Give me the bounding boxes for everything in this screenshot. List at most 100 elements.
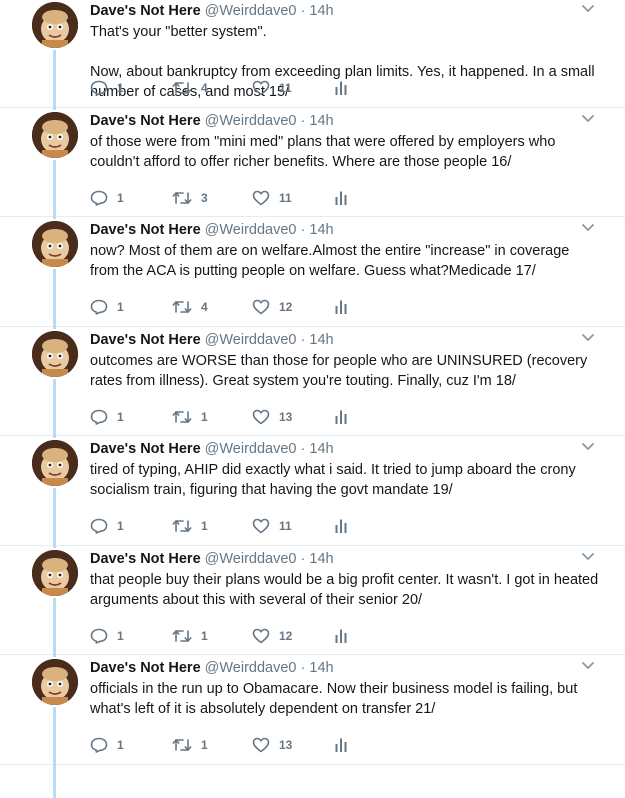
tweet[interactable]: Dave's Not Here @Weirddave0 · 14h that pe… xyxy=(0,546,625,655)
like-count: 11 xyxy=(279,519,292,533)
user-handle[interactable]: @Weirddave0 xyxy=(205,113,297,129)
like-button[interactable]: 13 xyxy=(252,735,292,755)
thread-connector xyxy=(53,159,56,219)
retweet-count: 1 xyxy=(201,738,208,752)
chevron-down-icon[interactable] xyxy=(581,442,595,452)
analytics-button[interactable] xyxy=(334,407,348,427)
like-button[interactable]: 11 xyxy=(252,78,292,98)
thread-connector xyxy=(53,50,56,110)
user-handle[interactable]: @Weirddave0 xyxy=(205,551,297,567)
tweet-text: that people buy their plans would be a b… xyxy=(90,571,599,608)
reply-count: 1 xyxy=(117,190,124,205)
heart-icon xyxy=(252,80,270,96)
retweet-button[interactable]: 1 xyxy=(172,407,208,427)
retweet-count: 4 xyxy=(201,81,208,95)
reply-count: 1 xyxy=(117,628,124,643)
chevron-down-icon[interactable] xyxy=(581,333,595,343)
user-handle[interactable]: @Weirddave0 xyxy=(205,3,297,19)
reply-button[interactable]: 1 xyxy=(90,188,124,208)
display-name[interactable]: Dave's Not Here xyxy=(90,441,201,457)
tweet[interactable]: Dave's Not Here @Weirddave0 · 14h That's … xyxy=(0,0,625,108)
timestamp[interactable]: 14h xyxy=(309,441,333,457)
display-name[interactable]: Dave's Not Here xyxy=(90,113,201,129)
retweet-button[interactable]: 1 xyxy=(172,735,208,755)
tweet-text: now? Most of them are on welfare.Almost … xyxy=(90,243,570,279)
analytics-button[interactable] xyxy=(334,188,348,208)
timestamp[interactable]: 14h xyxy=(309,3,333,19)
tweet[interactable]: Dave's Not Here @Weirddave0 · 14h officia… xyxy=(0,655,625,765)
avatar[interactable] xyxy=(32,221,78,267)
reply-icon xyxy=(90,737,108,753)
timestamp[interactable]: 14h xyxy=(309,222,333,238)
separator-dot: · xyxy=(300,3,306,19)
reply-icon xyxy=(90,409,108,425)
like-button[interactable]: 12 xyxy=(252,297,292,317)
user-handle[interactable]: @Weirddave0 xyxy=(205,332,297,348)
user-handle[interactable]: @Weirddave0 xyxy=(205,660,297,676)
tweet-text: of those were from "mini med" plans that… xyxy=(90,133,556,170)
timestamp[interactable]: 14h xyxy=(309,332,333,348)
avatar[interactable] xyxy=(32,659,78,705)
retweet-button[interactable]: 1 xyxy=(172,516,208,536)
tweet-header: Dave's Not Here @Weirddave0 · 14h xyxy=(90,440,334,458)
retweet-count: 4 xyxy=(201,300,208,314)
reply-icon xyxy=(90,80,108,96)
retweet-count: 3 xyxy=(201,190,208,205)
analytics-button[interactable] xyxy=(334,626,348,646)
tweet[interactable]: Dave's Not Here @Weirddave0 · 14h now? Mo… xyxy=(0,217,625,327)
user-handle[interactable]: @Weirddave0 xyxy=(205,441,297,457)
thread-connector xyxy=(53,378,56,438)
like-button[interactable]: 12 xyxy=(252,626,292,646)
display-name[interactable]: Dave's Not Here xyxy=(90,3,201,19)
display-name[interactable]: Dave's Not Here xyxy=(90,332,201,348)
avatar[interactable] xyxy=(32,111,78,158)
avatar[interactable] xyxy=(32,440,78,486)
chevron-down-icon[interactable] xyxy=(581,661,595,671)
analytics-button[interactable] xyxy=(334,78,348,98)
retweet-count: 1 xyxy=(201,409,208,424)
retweet-button[interactable]: 4 xyxy=(172,78,208,98)
reply-button[interactable]: 1 xyxy=(90,626,124,646)
thread-connector xyxy=(53,597,56,657)
tweet-actions: 1 1 12 xyxy=(90,626,370,646)
analytics-button[interactable] xyxy=(334,297,348,317)
retweet-button[interactable]: 1 xyxy=(172,626,208,646)
retweet-icon xyxy=(172,739,192,751)
heart-icon xyxy=(252,190,270,205)
reply-button[interactable]: 1 xyxy=(90,297,124,317)
reply-button[interactable]: 1 xyxy=(90,78,124,98)
chevron-down-icon[interactable] xyxy=(581,552,595,562)
separator-dot: · xyxy=(300,441,306,457)
chevron-down-icon[interactable] xyxy=(581,4,595,14)
avatar[interactable] xyxy=(32,2,78,48)
reply-button[interactable]: 1 xyxy=(90,735,124,755)
retweet-button[interactable]: 3 xyxy=(172,188,208,208)
like-button[interactable]: 13 xyxy=(252,407,292,427)
like-button[interactable]: 11 xyxy=(252,516,292,536)
like-button[interactable]: 11 xyxy=(252,188,292,208)
avatar[interactable] xyxy=(32,330,78,377)
reply-button[interactable]: 1 xyxy=(90,407,124,427)
timestamp[interactable]: 14h xyxy=(309,113,333,129)
tweet-header: Dave's Not Here @Weirddave0 · 14h xyxy=(90,659,334,677)
timestamp[interactable]: 14h xyxy=(309,660,333,676)
display-name[interactable]: Dave's Not Here xyxy=(90,660,201,676)
chevron-down-icon[interactable] xyxy=(581,223,595,233)
reply-button[interactable]: 1 xyxy=(90,516,124,536)
chevron-down-icon[interactable] xyxy=(581,114,595,124)
retweet-icon xyxy=(172,629,192,642)
tweet-actions: 1 4 11 xyxy=(90,78,370,98)
analytics-button[interactable] xyxy=(334,516,348,536)
timestamp[interactable]: 14h xyxy=(309,551,333,567)
retweet-button[interactable]: 4 xyxy=(172,297,208,317)
tweet-header: Dave's Not Here @Weirddave0 · 14h xyxy=(90,331,334,349)
display-name[interactable]: Dave's Not Here xyxy=(90,551,201,567)
user-handle[interactable]: @Weirddave0 xyxy=(205,222,297,238)
display-name[interactable]: Dave's Not Here xyxy=(90,222,201,238)
heart-icon xyxy=(252,299,270,315)
tweet[interactable]: Dave's Not Here @Weirddave0 · 14h outcome… xyxy=(0,327,625,436)
tweet[interactable]: Dave's Not Here @Weirddave0 · 14h of thos… xyxy=(0,108,625,217)
analytics-button[interactable] xyxy=(334,735,348,755)
avatar[interactable] xyxy=(32,549,78,596)
tweet[interactable]: Dave's Not Here @Weirddave0 · 14h tired o… xyxy=(0,436,625,546)
